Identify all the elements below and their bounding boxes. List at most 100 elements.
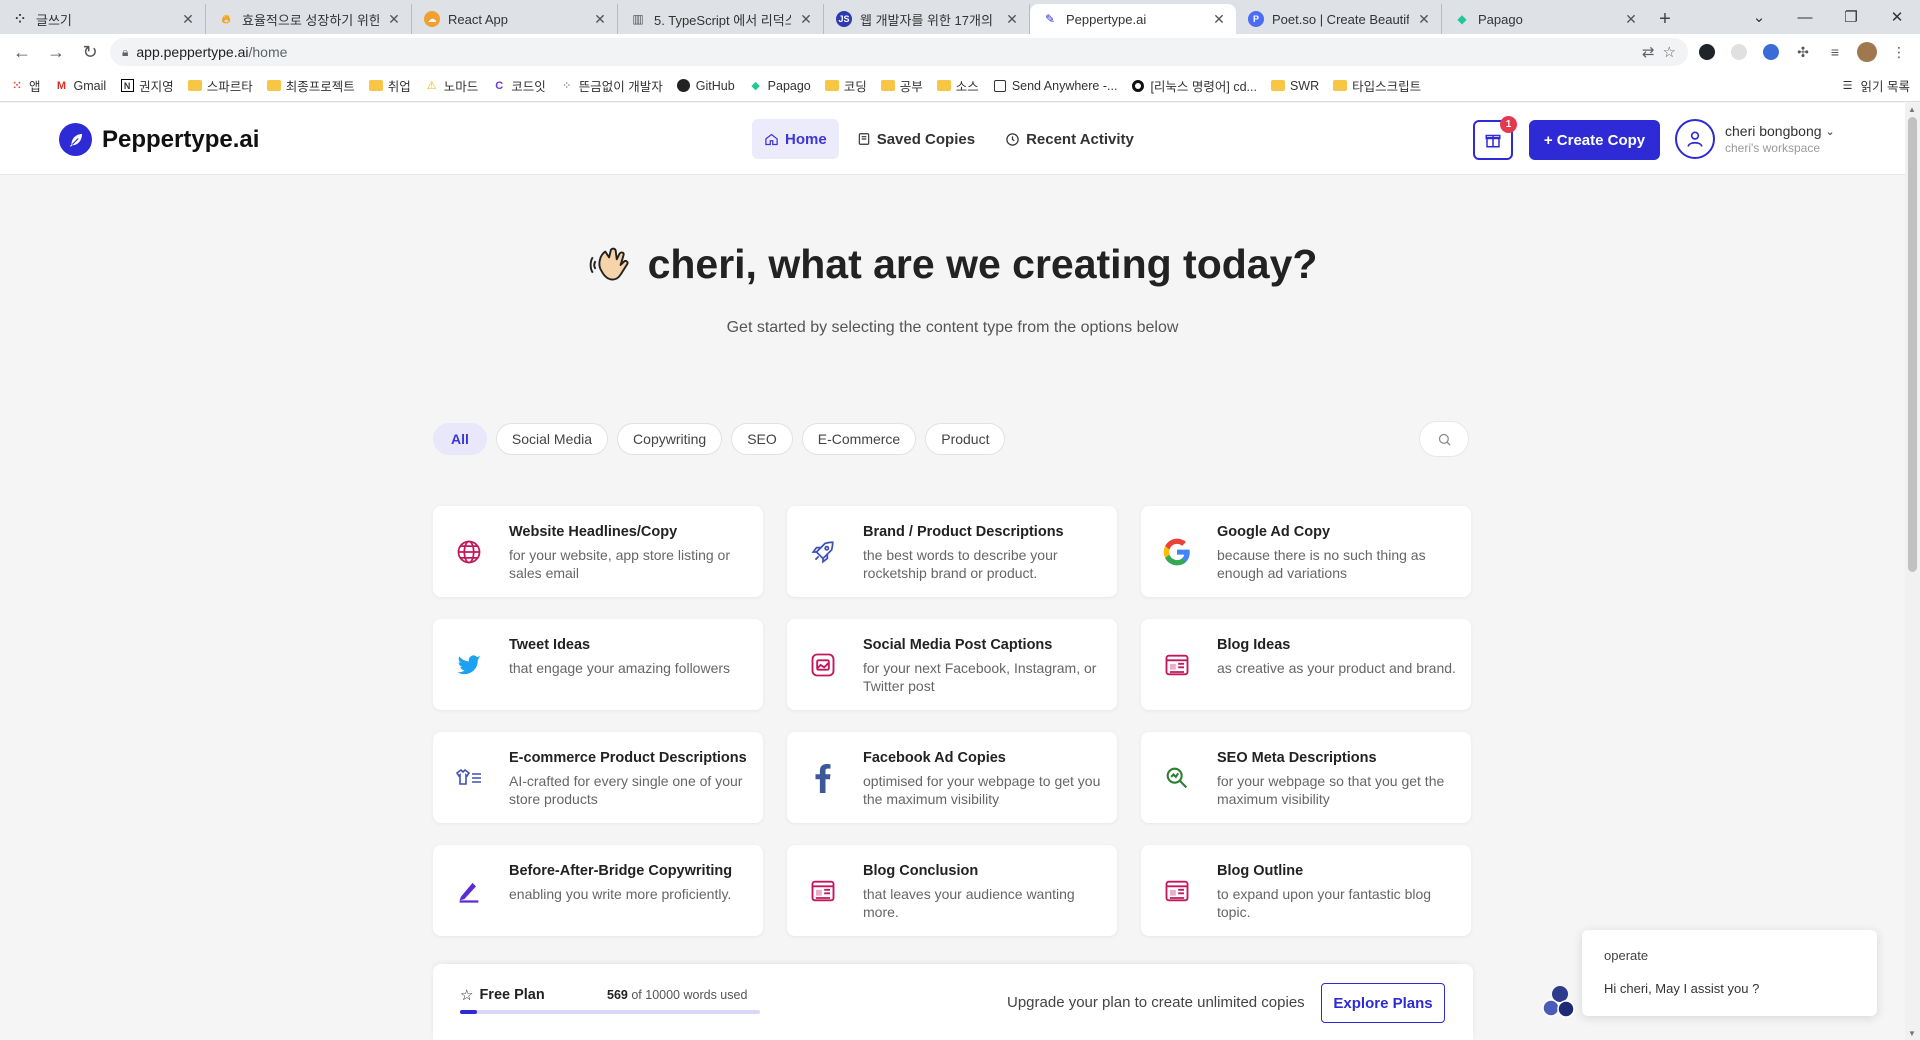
- template-card[interactable]: Blog Conclusion that leaves your audience…: [787, 845, 1117, 936]
- gift-button[interactable]: 1: [1473, 116, 1517, 160]
- bookmark-item[interactable]: Send Anywhere -...: [993, 79, 1117, 93]
- template-card[interactable]: Tweet Ideas that engage your amazing foll…: [433, 619, 763, 710]
- back-icon[interactable]: ←: [8, 38, 36, 66]
- tab-close-icon[interactable]: ✕: [387, 11, 401, 28]
- bookmark-item[interactable]: ⁙ 앱: [10, 76, 40, 95]
- nav-home[interactable]: Home: [752, 119, 839, 159]
- browser-tab-title: 효율적으로 성장하기 위한: [242, 12, 379, 28]
- reading-list-button[interactable]: ☰ 읽기 목록: [1841, 76, 1910, 95]
- bookmark-item[interactable]: ⁘ 뜬금없이 개발자: [560, 76, 663, 95]
- browser-tab[interactable]: 🔥︎ 효율적으로 성장하기 위한 ✕: [206, 4, 412, 34]
- bookmark-item[interactable]: 취업: [368, 76, 411, 95]
- reload-icon[interactable]: ↻: [76, 38, 104, 66]
- chat-launcher[interactable]: [1540, 983, 1578, 1021]
- bookmark-item[interactable]: [리눅스 명령어] cd...: [1131, 76, 1257, 95]
- address-bar[interactable]: 🔒︎ app.peppertype.ai/home ⇄ ☆: [110, 38, 1688, 66]
- browser-tab[interactable]: ◆ Papago ✕: [1442, 4, 1648, 34]
- bookmark-item[interactable]: 최종프로젝트: [266, 76, 355, 95]
- explore-plans-button[interactable]: Explore Plans: [1321, 983, 1445, 1023]
- extensions-puzzle-icon[interactable]: ✣: [1790, 39, 1816, 65]
- create-copy-button[interactable]: + Create Copy: [1529, 120, 1660, 160]
- minimize-icon[interactable]: —: [1782, 9, 1828, 26]
- bookmark-item[interactable]: ◆ Papago: [749, 79, 810, 93]
- browser-tab[interactable]: ▥ 5. TypeScript 에서 리덕스 ✕: [618, 4, 824, 34]
- profile-avatar-icon[interactable]: [1854, 39, 1880, 65]
- bookmark-item[interactable]: ⚠ 노마드: [425, 76, 478, 95]
- tab-search-icon[interactable]: ⌄: [1736, 8, 1782, 26]
- tab-close-icon[interactable]: ✕: [1624, 11, 1638, 28]
- template-card-desc: to expand upon your fantastic blog topic…: [1217, 886, 1432, 920]
- template-card[interactable]: Blog Outline to expand upon your fantasti…: [1141, 845, 1471, 936]
- tab-close-icon[interactable]: ✕: [799, 11, 813, 28]
- tab-close-icon[interactable]: ✕: [593, 11, 607, 28]
- page-scrollbar[interactable]: ▲ ▼: [1905, 103, 1920, 1040]
- template-search-button[interactable]: [1419, 421, 1469, 457]
- browser-menu-icon[interactable]: ⋮: [1886, 39, 1912, 65]
- bookmark-item[interactable]: 공부: [880, 76, 923, 95]
- bookmark-label: 뜬금없이 개발자: [578, 80, 663, 94]
- new-tab-button[interactable]: +: [1648, 4, 1682, 34]
- browser-tab[interactable]: ✎ Peppertype.ai ✕: [1030, 4, 1236, 34]
- folder-icon: [266, 79, 281, 93]
- template-card[interactable]: Blog Ideas as creative as your product an…: [1141, 619, 1471, 710]
- browser-tab[interactable]: ⁘ 글쓰기 ✕: [0, 4, 206, 34]
- bookmark-icon: [858, 133, 869, 145]
- tab-close-icon[interactable]: ✕: [1212, 11, 1226, 28]
- template-card[interactable]: Brand / Product Descriptions the best wor…: [787, 506, 1117, 597]
- template-card[interactable]: Facebook Ad Copies optimised for your web…: [787, 732, 1117, 823]
- bookmark-item[interactable]: 스파르타: [187, 76, 253, 95]
- browser-tab[interactable]: ☁ React App ✕: [412, 4, 618, 34]
- browser-tab[interactable]: P Poet.so | Create Beautiful ✕: [1236, 4, 1442, 34]
- github-icon: [677, 79, 691, 93]
- bookmark-item[interactable]: N 권지영: [120, 76, 174, 95]
- scroll-up-icon[interactable]: ▲: [1908, 105, 1916, 114]
- template-card-title: Blog Conclusion: [863, 863, 979, 879]
- bookmark-star-icon[interactable]: ☆: [1663, 43, 1676, 61]
- nav-saved-label: Saved Copies: [876, 130, 976, 148]
- bookmark-item[interactable]: 소스: [936, 76, 979, 95]
- template-card[interactable]: Social Media Post Captions for your next …: [787, 619, 1117, 710]
- waving-hand-icon: [589, 247, 629, 280]
- nav-recent-activity[interactable]: Recent Activity: [993, 119, 1146, 159]
- template-card[interactable]: E-commerce Product Descriptions AI-crafte…: [433, 732, 763, 823]
- filter-chip[interactable]: All: [433, 423, 487, 455]
- facebook-icon: [803, 756, 843, 800]
- template-card[interactable]: Website Headlines/Copy for your website, …: [433, 506, 763, 597]
- reading-mode-icon[interactable]: ≡: [1822, 39, 1848, 65]
- js-icon: JS: [836, 11, 852, 27]
- tab-close-icon[interactable]: ✕: [181, 11, 195, 28]
- app-logo[interactable]: Peppertype.ai: [59, 123, 259, 156]
- filter-chip[interactable]: Copywriting: [617, 423, 723, 455]
- scrollbar-thumb[interactable]: [1908, 117, 1917, 572]
- extension-blue-icon[interactable]: [1758, 39, 1784, 65]
- bookmark-label: 취업: [387, 80, 411, 94]
- nav-saved-copies[interactable]: Saved Copies: [845, 119, 987, 159]
- bookmark-item[interactable]: M Gmail: [55, 79, 106, 93]
- tab-close-icon[interactable]: ✕: [1005, 11, 1019, 28]
- extension-react-icon[interactable]: [1694, 39, 1720, 65]
- user-menu[interactable]: cheri bongbong ⌄ cheri's workspace: [1675, 119, 1835, 159]
- bookmark-item[interactable]: SWR: [1270, 79, 1319, 93]
- bookmark-item[interactable]: C 코드잇: [492, 76, 546, 95]
- forward-icon[interactable]: →: [42, 38, 70, 66]
- close-window-icon[interactable]: ✕: [1874, 8, 1920, 26]
- template-card[interactable]: Before-After-Bridge Copywriting enabling …: [433, 845, 763, 936]
- restore-icon[interactable]: ❐: [1828, 8, 1874, 26]
- filter-chip[interactable]: SEO: [731, 423, 793, 455]
- folder-icon: [936, 79, 951, 93]
- filter-chip[interactable]: Product: [925, 423, 1006, 455]
- extension-gray-icon[interactable]: [1726, 39, 1752, 65]
- filter-chip[interactable]: E-Commerce: [801, 423, 917, 455]
- bookmark-item[interactable]: 타입스크립트: [1333, 76, 1421, 95]
- send-anywhere-icon: [993, 79, 1007, 93]
- browser-tab[interactable]: JS 웹 개발자를 위한 17개의 ✕: [824, 4, 1030, 34]
- translate-icon[interactable]: ⇄: [1642, 43, 1655, 61]
- template-card[interactable]: SEO Meta Descriptions for your webpage so…: [1141, 732, 1471, 823]
- tab-close-icon[interactable]: ✕: [1417, 11, 1431, 28]
- scroll-down-icon[interactable]: ▼: [1908, 1029, 1916, 1038]
- filter-chip[interactable]: Social Media: [495, 423, 609, 455]
- chat-popup[interactable]: operate Hi cheri, May I assist you ?: [1582, 930, 1877, 1016]
- bookmark-item[interactable]: 코딩: [824, 76, 867, 95]
- template-card[interactable]: Google Ad Copy because there is no such t…: [1141, 506, 1471, 597]
- bookmark-item[interactable]: GitHub: [677, 79, 735, 93]
